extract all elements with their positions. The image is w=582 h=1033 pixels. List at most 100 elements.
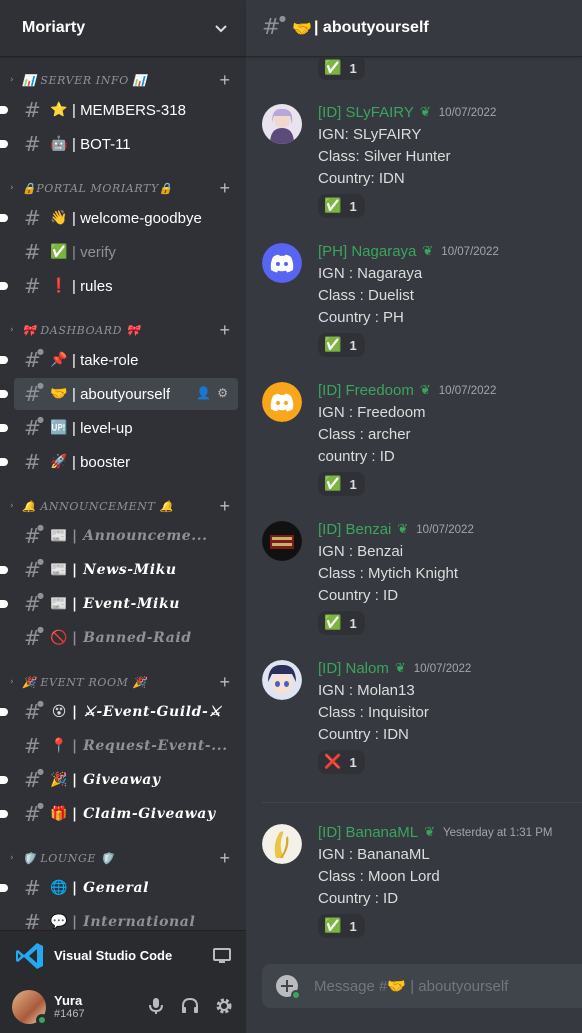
- channel-emoji: 😵: [51, 704, 67, 720]
- channel-international[interactable]: # 💬 | International: [14, 906, 238, 930]
- reaction-count: 1: [349, 754, 357, 770]
- channel-list[interactable]: › 📊 SERVER INFO 📊 + # ⭐ | MEMBERS-318 # …: [0, 58, 246, 930]
- avatar[interactable]: [262, 660, 302, 700]
- create-channel-icon[interactable]: +: [219, 496, 230, 516]
- message-header: [ID] SLyFAIRY ❦ 10/07/2022: [318, 104, 496, 121]
- hash-lock-icon: # ●: [24, 591, 44, 616]
- create-channel-icon[interactable]: +: [219, 320, 230, 340]
- hash-icon: #: [24, 132, 41, 156]
- channel-name: | welcome-goodbye: [72, 209, 202, 227]
- unread-indicator: [0, 708, 8, 716]
- message-list[interactable]: ✅ 1 [ID] SLyFAIRY ❦ 10/07/2022 IGN: SLyF…: [246, 58, 582, 960]
- channel-take-role[interactable]: # ● 📌 | take-role: [0, 344, 238, 376]
- message-username[interactable]: [ID] Benzai: [318, 521, 391, 538]
- unread-indicator: [0, 282, 8, 290]
- message-divider: [262, 802, 582, 803]
- channel-event-miku[interactable]: # ● 📰 | Event-Miku: [0, 588, 238, 620]
- channel-emoji: 🚀: [50, 454, 68, 470]
- channel-aboutyourself[interactable]: # ● 🤝 | aboutyourself 👤 ⚙: [0, 378, 238, 410]
- add-attachment-icon[interactable]: [276, 975, 301, 1000]
- channel-sidebar: Moriarty › 📊 SERVER INFO 📊 + # ⭐ | MEMBE…: [0, 0, 246, 1033]
- hash-lock-icon: # ●: [24, 801, 44, 826]
- reaction-button[interactable]: ✅ 1: [318, 472, 365, 496]
- create-invite-icon[interactable]: 👤: [196, 386, 211, 400]
- gear-icon[interactable]: ⚙: [217, 386, 228, 400]
- channel-header: # ● 🤝 | aboutyourself: [246, 0, 582, 57]
- channel-booster[interactable]: # 🚀 | booster: [0, 446, 238, 478]
- channel-request-event[interactable]: # 📍 | Request-Event-...: [14, 730, 238, 762]
- reaction-button[interactable]: ✅ 1: [318, 611, 365, 635]
- create-channel-icon[interactable]: +: [219, 178, 230, 198]
- headphones-icon[interactable]: [180, 996, 200, 1016]
- channel-announcement[interactable]: # ● 📰 | Announceme...: [14, 520, 238, 552]
- create-channel-icon[interactable]: +: [219, 70, 230, 90]
- gear-icon[interactable]: [214, 996, 234, 1016]
- channel-event-guild[interactable]: # ● 😵 | ⚔-Event-Guild-⚔: [0, 696, 238, 728]
- category-lounge[interactable]: › 🛡️ LOUNGE 🛡️ +: [0, 848, 246, 868]
- category-announcement[interactable]: › 🔔 ANNOUNCEMENT 🔔 +: [0, 496, 246, 516]
- reaction-button[interactable]: ✅ 1: [318, 914, 365, 938]
- message-input[interactable]: Message #🤝 | aboutyourself: [262, 964, 582, 1008]
- avatar[interactable]: [262, 521, 302, 561]
- message-text: IGN : Freedoom: [318, 404, 426, 421]
- channel-verify[interactable]: # ✅ | verify: [14, 236, 238, 268]
- user-info[interactable]: Yura #1467: [54, 993, 85, 1020]
- server-name: Moriarty: [22, 19, 86, 36]
- category-event-room[interactable]: › 🎉 EVENT ROOM 🎉 +: [0, 672, 246, 692]
- unread-indicator: [0, 776, 8, 784]
- avatar[interactable]: [262, 104, 302, 144]
- message-header: [ID] Nalom ❦ 10/07/2022: [318, 660, 471, 677]
- screen-share-icon[interactable]: [212, 946, 232, 966]
- message-text: Class : Inquisitor: [318, 704, 429, 721]
- avatar[interactable]: [262, 824, 302, 864]
- channel-claim-giveaway[interactable]: # ● 🎁 | Claim-Giveaway: [0, 798, 238, 830]
- category-portal[interactable]: › 🔒PORTAL MORIARTY🔒 +: [0, 178, 246, 198]
- unread-indicator: [0, 810, 8, 818]
- category-server-info[interactable]: › 📊 SERVER INFO 📊 +: [0, 70, 246, 90]
- channel-name: | Giveaway: [72, 772, 161, 788]
- avatar[interactable]: [12, 989, 48, 1026]
- activity-app-name: Visual Studio Code: [54, 948, 173, 963]
- channel-emoji: ✅: [50, 244, 68, 260]
- message-username[interactable]: [ID] BananaML: [318, 824, 418, 841]
- channel-rules[interactable]: # ❗ | rules: [0, 270, 238, 302]
- channel-members[interactable]: # ⭐ | MEMBERS-318: [0, 94, 238, 126]
- avatar[interactable]: [262, 243, 302, 283]
- category-label: 🎀 DASHBOARD 🎀: [22, 323, 141, 337]
- channel-news-miku[interactable]: # ● 📰 | News-Miku: [0, 554, 238, 586]
- channel-banned-raid[interactable]: # ● 🚫 | Banned-Raid: [14, 622, 238, 654]
- hash-lock-icon: # ●: [24, 381, 44, 406]
- category-dashboard[interactable]: › 🎀 DASHBOARD 🎀 +: [0, 320, 246, 340]
- channel-welcome-goodbye[interactable]: # 👋 | welcome-goodbye: [0, 202, 238, 234]
- chevron-down-icon[interactable]: [214, 21, 228, 35]
- hash-lock-icon: # ●: [24, 523, 44, 548]
- microphone-icon[interactable]: [146, 996, 166, 1016]
- reaction-button[interactable]: ✅ 1: [318, 333, 365, 357]
- reaction-button[interactable]: ✅ 1: [318, 58, 365, 80]
- message-username[interactable]: [ID] SLyFAIRY: [318, 104, 414, 121]
- reaction-button[interactable]: ✅ 1: [318, 194, 365, 218]
- channel-giveaway[interactable]: # ● 🎉 | Giveaway: [0, 764, 238, 796]
- caret-icon: ›: [10, 501, 14, 511]
- channel-general[interactable]: # 🌐 | General: [0, 872, 238, 904]
- channel-level-up[interactable]: # ● 🆙 | level-up: [0, 412, 238, 444]
- message-username[interactable]: [ID] Freedoom: [318, 382, 414, 399]
- unread-indicator: [0, 140, 8, 148]
- reaction-button[interactable]: ❌ 1: [318, 750, 365, 774]
- avatar[interactable]: [262, 382, 302, 422]
- message-username[interactable]: [ID] Nalom: [318, 660, 389, 677]
- message-username[interactable]: [PH] Nagaraya: [318, 243, 416, 260]
- reaction-emoji: ✅: [324, 198, 342, 214]
- server-header[interactable]: Moriarty: [0, 0, 246, 57]
- reaction-emoji: ✅: [324, 918, 342, 934]
- message-text: Class : Duelist: [318, 287, 414, 304]
- category-label: 🎉 EVENT ROOM 🎉: [22, 675, 147, 689]
- create-channel-icon[interactable]: +: [219, 672, 230, 692]
- reaction-count: 1: [349, 60, 357, 76]
- vscode-icon: [16, 942, 43, 969]
- user-controls: [146, 996, 234, 1016]
- channel-bot[interactable]: # 🤖 | BOT-11: [0, 128, 238, 160]
- message-text: IGN : Benzai: [318, 543, 404, 560]
- hash-icon: #: [24, 98, 41, 122]
- create-channel-icon[interactable]: +: [219, 848, 230, 868]
